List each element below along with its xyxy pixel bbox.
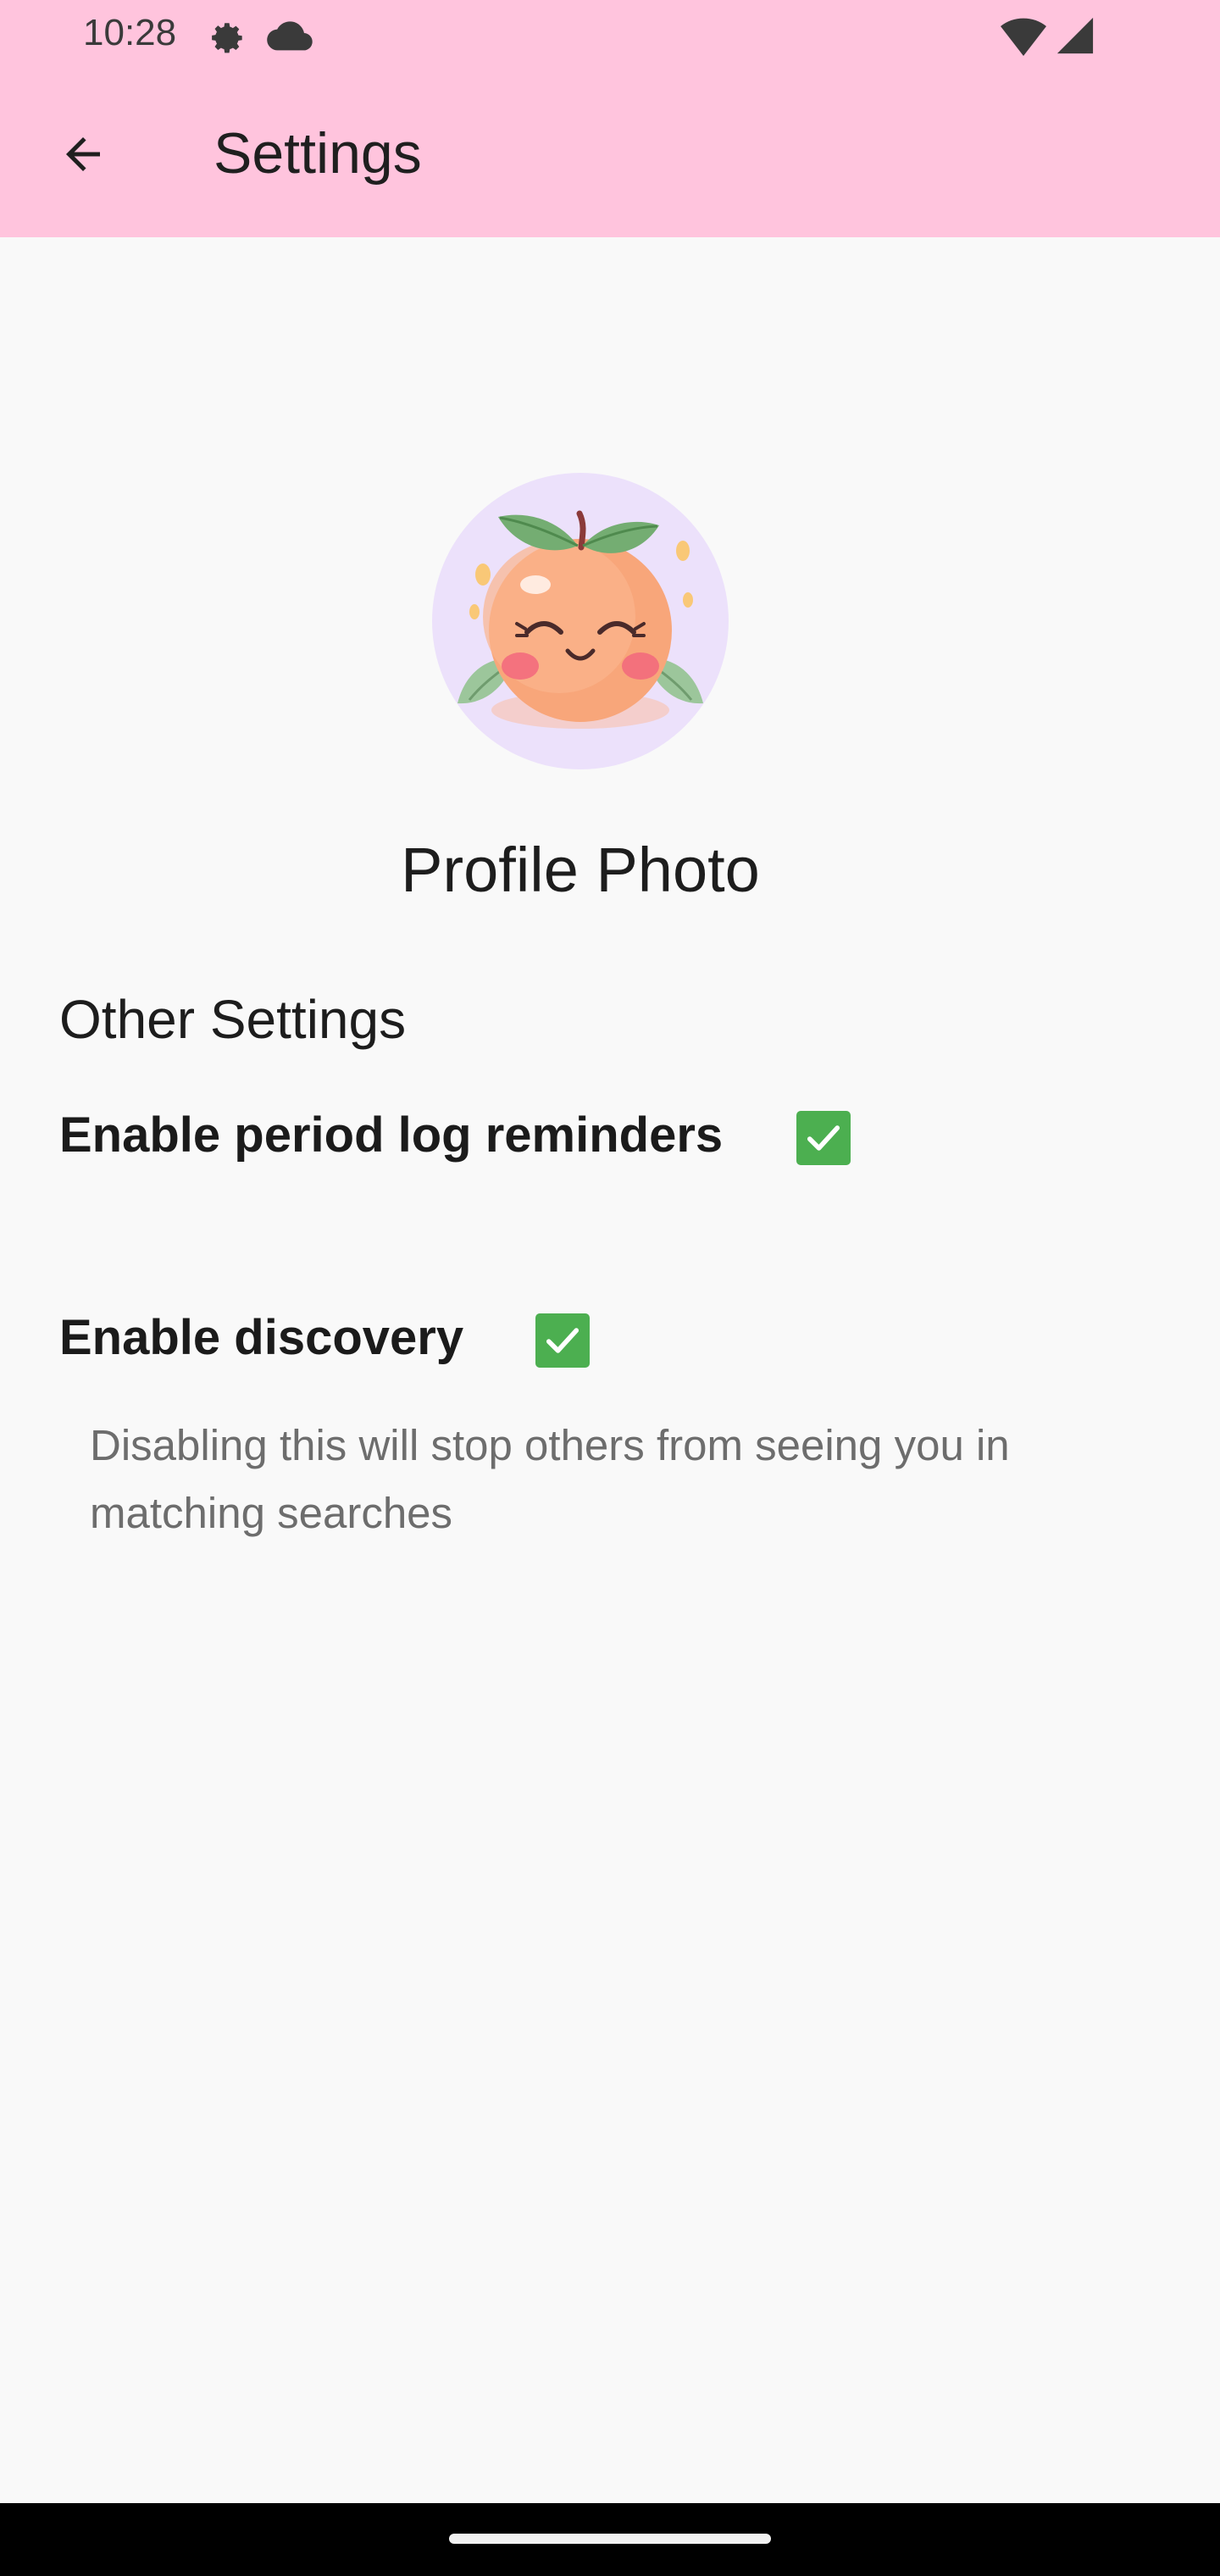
back-button[interactable] — [42, 114, 124, 195]
gear-icon — [212, 23, 242, 53]
other-settings-title: Other Settings — [59, 989, 407, 1050]
period-log-reminders-checkbox[interactable] — [796, 1111, 851, 1165]
status-bar: 10:28 — [0, 0, 1220, 76]
signal-icon — [1056, 17, 1094, 54]
app-bar: 10:28 Settings — [0, 0, 1220, 237]
profile-photo-avatar[interactable] — [432, 473, 729, 769]
check-icon — [546, 1328, 580, 1353]
discovery-label: Enable discovery — [59, 1310, 464, 1365]
profile-photo-label: Profile Photo — [401, 835, 760, 905]
check-icon — [807, 1125, 840, 1151]
settings-screen: 10:28 Settings Profile Photo Other Setti… — [0, 0, 1220, 2576]
discovery-checkbox[interactable] — [535, 1313, 590, 1368]
period-log-reminders-label: Enable period log reminders — [59, 1108, 724, 1163]
page-title: Settings — [214, 121, 422, 186]
status-time: 10:28 — [83, 12, 177, 53]
cloud-icon — [267, 21, 313, 51]
arrow-left-icon — [66, 137, 100, 171]
wifi-icon — [1001, 18, 1046, 57]
peach-character-icon — [458, 510, 703, 729]
discovery-description: Disabling this will stop others from see… — [90, 1421, 1010, 1537]
home-indicator[interactable] — [449, 2534, 771, 2544]
